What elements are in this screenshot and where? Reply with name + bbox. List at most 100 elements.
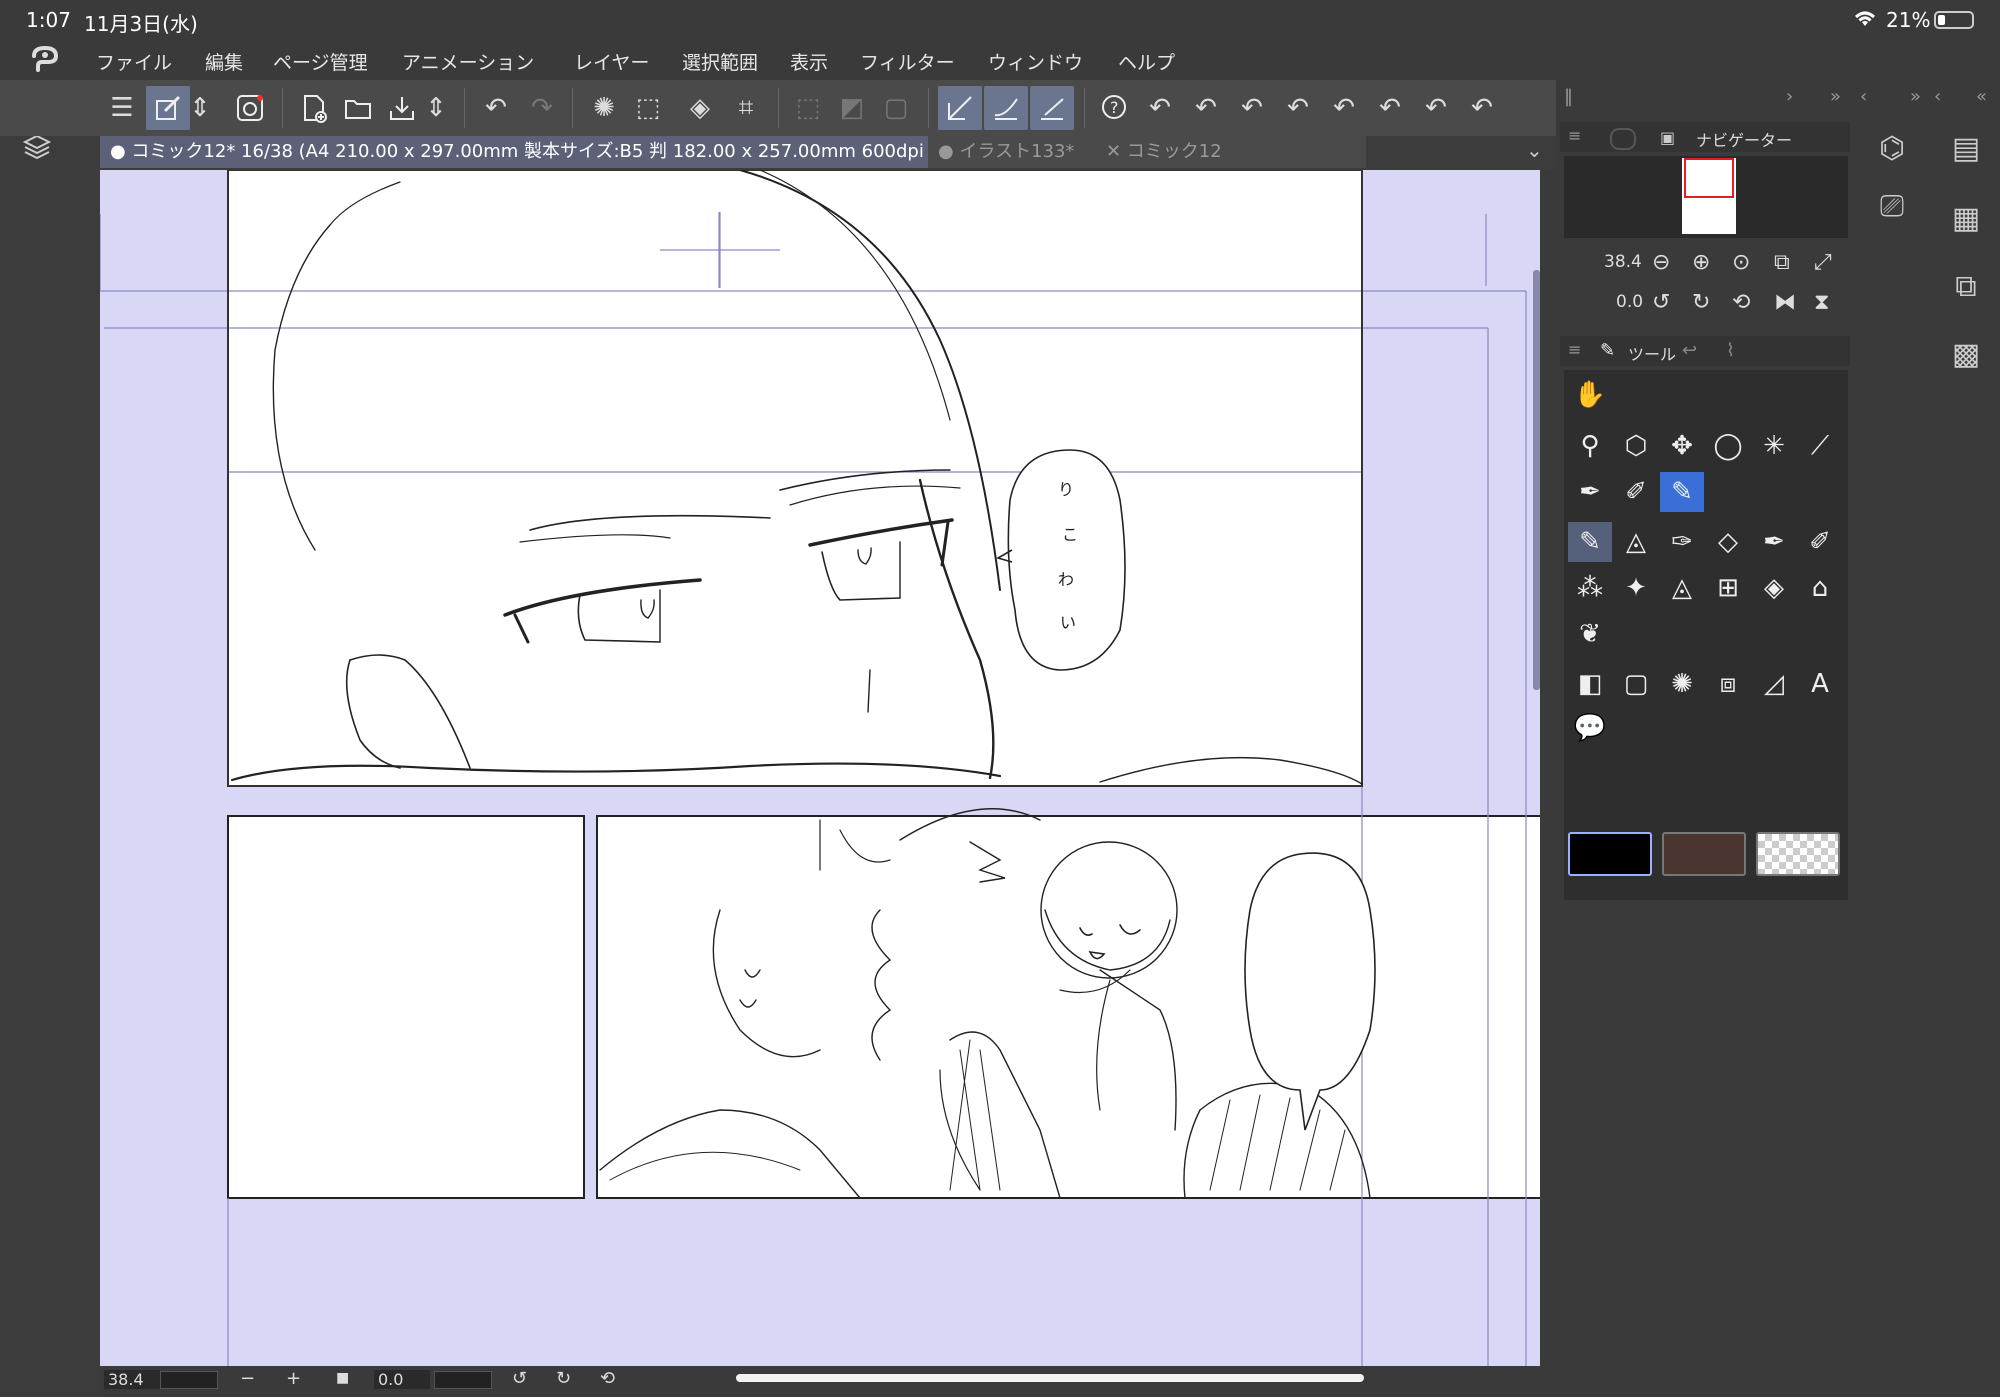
up-down-icon-2[interactable]: ⇕ [424,86,448,130]
menu-edit[interactable]: 編集 [205,48,243,75]
marker-icon[interactable]: ✑ [1660,522,1704,562]
eyedropper-tool-icon[interactable]: ⟋ [1798,426,1842,466]
rotation-slider[interactable] [434,1371,492,1389]
ruler-tool-icon[interactable]: ⌂ [1798,568,1842,608]
nav-rotation-value[interactable]: 0.0 [1616,292,1643,312]
blend-icon[interactable]: ◬ [1660,568,1704,608]
fit-icon[interactable]: ■ [336,1370,349,1386]
layer-properties-icon[interactable]: ⧉ [1946,266,1986,306]
main-color-swatch[interactable] [1568,832,1652,876]
navigator-preview[interactable] [1564,156,1848,238]
timeline-film-icon[interactable]: ▤ [1946,128,1986,168]
ink-pen-icon[interactable]: ✐ [1798,522,1842,562]
canvas-scrollbar[interactable] [1533,270,1540,690]
layers-icon[interactable] [22,132,52,166]
undo-icon-6[interactable]: ↶ [1322,86,1366,130]
nav-rotate-right-icon[interactable]: ↻ [1692,290,1710,315]
menu-hamburger-icon[interactable]: ☰ [100,86,144,130]
navigator-tab-icon[interactable]: ▣ [1660,128,1675,147]
nav-zoom-in-icon[interactable]: ⊕ [1692,250,1710,275]
balloon-tool-icon[interactable]: 💬 [1568,708,1612,748]
menu-layer[interactable]: レイヤー [574,48,649,75]
nav-zoom-out-icon[interactable]: ⊖ [1652,250,1670,275]
menu-help[interactable]: ヘルプ [1118,48,1175,75]
panel-grip-icon[interactable]: ‖ [1564,86,1573,107]
undo-icon-3[interactable]: ↶ [1184,86,1228,130]
clear-selection-icon[interactable]: ▢ [874,86,918,130]
watercolor-icon[interactable]: ◬ [1614,522,1658,562]
menu-file[interactable]: ファイル [96,48,172,75]
magic-wand-icon[interactable]: ✳ [1752,426,1796,466]
nav-fit-icon[interactable]: ⊙ [1732,250,1750,275]
menu-window[interactable]: ウィンドウ [988,48,1083,75]
brush-settings-icon[interactable]: ⌬ [1872,128,1912,168]
sparkle-icon[interactable]: ✦ [1614,568,1658,608]
zoom-slider[interactable] [160,1371,218,1389]
menu-filter[interactable]: フィルター [860,48,955,75]
select-layer-icon[interactable]: ⬚ [626,86,670,130]
fill-bucket-icon[interactable]: ◈ [678,86,722,130]
expand-right-icon[interactable]: » [1830,86,1841,107]
history-tab-icon[interactable]: ↩ [1682,340,1697,361]
undo-icon-2[interactable]: ↶ [1138,86,1182,130]
lasso-tool-icon[interactable]: ◯ [1706,426,1750,466]
chevron-down-icon[interactable]: ⌄ [1526,138,1543,162]
undo-icon-4[interactable]: ↶ [1230,86,1274,130]
chevron-right-icon[interactable]: › [1786,86,1793,107]
canvas-area[interactable]: り こ わ い [100,170,1540,1366]
panel-tab-icon[interactable] [1610,128,1636,150]
hand-tool-icon[interactable]: ✋ [1568,375,1612,415]
object-select-icon[interactable]: ⬡ [1614,426,1658,466]
tab-comic12[interactable]: ● コミック12* 16/38 (A4 210.00 x 297.00mm 製本… [100,136,1020,168]
collapse-icon[interactable]: « [1976,86,1987,107]
rotate-right-icon[interactable]: ↻ [556,1368,571,1389]
rotation-readout[interactable]: 0.0 [374,1370,430,1389]
undo-icon[interactable]: ↶ [474,86,518,130]
nav-flip-vertical-icon[interactable]: ⧗ [1814,290,1829,315]
zoom-readout[interactable]: 38.4 [104,1370,160,1389]
spray-icon[interactable]: ⁂ [1568,568,1612,608]
expand-icon[interactable]: » [1910,86,1921,107]
pen-nib-icon[interactable]: ✒ [1568,472,1612,512]
grid-panel-icon[interactable]: ▦ [1946,198,1986,238]
decoration-icon[interactable]: ❦ [1568,614,1612,654]
panel-menu-icon[interactable]: ≡ [1568,340,1581,359]
calendar-grid-icon[interactable]: ▩ [1946,334,1986,374]
menu-page[interactable]: ページ管理 [273,48,368,75]
loading-spinner-icon[interactable]: ✺ [582,86,626,130]
invert-selection-icon[interactable]: ◩ [830,86,874,130]
grid-snap-icon[interactable] [1030,86,1074,130]
deselect-icon[interactable]: ⬚ [786,86,830,130]
nav-flip-horizontal-icon[interactable]: ⧓ [1774,290,1796,315]
brush-icon[interactable]: ✒ [1752,522,1796,562]
collapse-right-icon[interactable]: ‹ [1860,86,1867,107]
tool-brush-icon[interactable]: ✎ [1600,340,1615,361]
open-folder-icon[interactable] [336,86,380,130]
nav-actual-size-icon[interactable]: ⧉ [1774,250,1790,275]
chevron-left-icon[interactable]: ‹ [1934,86,1941,107]
navigator-viewport-frame[interactable] [1684,158,1734,198]
reset-rotation-icon[interactable]: ⟲ [600,1368,615,1389]
zoom-out-icon[interactable]: − [240,1368,255,1389]
rotate-left-icon[interactable]: ↺ [512,1368,527,1389]
tool-panel-title[interactable]: ツール [1628,341,1676,365]
pencil-tool-icon[interactable]: ✐ [1614,472,1658,512]
undo-icon-7[interactable]: ↶ [1368,86,1412,130]
ruler-snap-icon[interactable] [938,86,982,130]
text-tool-icon[interactable]: A [1798,664,1842,704]
sub-tool-settings-icon[interactable]: ⎚ [1872,186,1912,226]
panel-menu-icon[interactable]: ≡ [1568,126,1581,145]
rectangle-icon[interactable]: ▢ [1614,664,1658,704]
new-file-icon[interactable] [292,86,336,130]
speed-lines-icon[interactable]: ✺ [1660,664,1704,704]
tab-illust133[interactable]: ● イラスト133* [928,136,1098,168]
nav-rotate-left-icon[interactable]: ↺ [1652,290,1670,315]
nav-reset-rotation-icon[interactable]: ⟲ [1732,290,1750,315]
fill-tool-icon[interactable]: ◈ [1752,568,1796,608]
gradient-icon[interactable]: ◧ [1568,664,1612,704]
clip-studio-spiral-icon[interactable] [228,86,272,130]
move-tool-icon[interactable]: ✥ [1660,426,1704,466]
help-bubble-icon[interactable]: ? [1092,86,1136,130]
navigator-title[interactable]: ナビゲーター [1696,127,1792,151]
undo-icon-8[interactable]: ↶ [1414,86,1458,130]
